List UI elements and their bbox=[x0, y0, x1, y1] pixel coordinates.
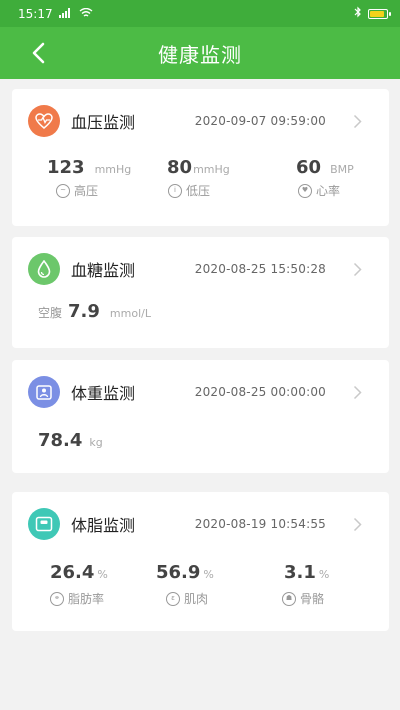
fat-icon: ⚭ bbox=[50, 591, 64, 606]
metric-bone: 3.1% bbox=[284, 562, 329, 583]
metric-prefix: 空腹 bbox=[38, 306, 63, 320]
metric-unit: % bbox=[203, 568, 214, 581]
chevron-right-icon[interactable] bbox=[349, 113, 365, 129]
metric-label-low-pressure: i 低压 bbox=[168, 182, 210, 199]
status-time: 15:17 bbox=[18, 6, 53, 21]
metric-unit: % bbox=[318, 568, 330, 581]
status-right bbox=[354, 6, 391, 21]
card-header: 血压监测 2020-09-07 09:59:00 bbox=[28, 105, 389, 137]
metric-unit: BMP bbox=[330, 163, 354, 176]
card-header: 体脂监测 2020-08-19 10:54:55 bbox=[28, 508, 389, 540]
back-button[interactable] bbox=[26, 41, 50, 65]
metric-unit: kg bbox=[89, 436, 103, 449]
nav-bar: 健康监测 bbox=[0, 27, 400, 79]
chevron-right-icon[interactable] bbox=[349, 516, 365, 532]
page-title: 健康监测 bbox=[158, 42, 242, 67]
card-header: 体重监测 2020-08-25 00:00:00 bbox=[28, 376, 389, 408]
blood-sugar-card[interactable]: 血糖监测 2020-08-25 15:50:28 空腹 7.9 mmol/L bbox=[12, 237, 389, 348]
card-time: 2020-08-25 15:50:28 bbox=[194, 262, 326, 276]
metric-high-pressure: 123 mmHg bbox=[47, 157, 131, 178]
metric-value: 26.4 bbox=[50, 562, 95, 583]
metric-fasting-glucose: 空腹 7.9 mmol/L bbox=[38, 301, 151, 322]
label-text: 肌肉 bbox=[184, 592, 209, 606]
blood-pressure-card[interactable]: 血压监测 2020-09-07 09:59:00 123 mmHg ~ 高压 80… bbox=[12, 89, 389, 226]
metric-unit: mmHg bbox=[193, 163, 230, 176]
battery-level bbox=[370, 10, 384, 17]
metric-low-pressure: 80mmHg bbox=[167, 157, 230, 178]
label-text: 低压 bbox=[186, 184, 211, 198]
weight-card[interactable]: 体重监测 2020-08-25 00:00:00 78.4 kg bbox=[12, 360, 389, 473]
metric-value: 60 bbox=[296, 157, 322, 178]
wifi-icon bbox=[79, 7, 93, 21]
metric-weight: 78.4 kg bbox=[38, 430, 103, 451]
card-title: 血糖监测 bbox=[71, 261, 136, 280]
metric-value: 56.9 bbox=[156, 562, 201, 583]
card-title: 体重监测 bbox=[71, 384, 136, 403]
thermometer-icon: i bbox=[168, 183, 182, 198]
chevron-right-icon[interactable] bbox=[349, 384, 365, 400]
status-left: 15:17 bbox=[18, 7, 93, 21]
metric-value: 123 bbox=[47, 157, 85, 178]
body-fat-card[interactable]: 体脂监测 2020-08-19 10:54:55 26.4% ⚭ 脂肪率 56.… bbox=[12, 492, 389, 631]
metric-value: 7.9 bbox=[68, 301, 100, 322]
heart-circle-icon: ♥ bbox=[298, 183, 312, 198]
metric-label-muscle: ε 肌肉 bbox=[166, 590, 208, 607]
label-text: 高压 bbox=[74, 184, 99, 198]
drop-icon bbox=[28, 253, 60, 285]
card-title: 血压监测 bbox=[71, 113, 136, 132]
label-text: 心率 bbox=[316, 184, 341, 198]
card-time: 2020-08-19 10:54:55 bbox=[194, 517, 326, 531]
signal-icon bbox=[58, 7, 73, 21]
battery-icon bbox=[368, 8, 391, 19]
muscle-icon: ε bbox=[166, 591, 180, 606]
card-title: 体脂监测 bbox=[71, 516, 136, 535]
metric-label-high-pressure: ~ 高压 bbox=[56, 182, 98, 199]
chevron-right-icon[interactable] bbox=[349, 261, 365, 277]
bluetooth-icon bbox=[354, 6, 362, 21]
card-time: 2020-09-07 09:59:00 bbox=[194, 114, 326, 128]
metric-heart-rate: 60 BMP bbox=[296, 157, 354, 178]
bone-icon: ☗ bbox=[282, 591, 296, 606]
label-text: 骨骼 bbox=[300, 592, 325, 606]
metric-value: 3.1 bbox=[284, 562, 316, 583]
pulse-icon: ~ bbox=[56, 183, 70, 198]
status-bar: 15:17 bbox=[0, 0, 400, 27]
metric-unit: mmol/L bbox=[109, 307, 151, 320]
chevron-left-icon bbox=[32, 42, 45, 64]
metric-label-fat-rate: ⚭ 脂肪率 bbox=[50, 590, 104, 607]
card-time: 2020-08-25 00:00:00 bbox=[194, 385, 326, 399]
metric-label-heart-rate: ♥ 心率 bbox=[298, 182, 340, 199]
metric-label-bone: ☗ 骨骼 bbox=[282, 590, 324, 607]
metric-fat-rate: 26.4% bbox=[50, 562, 108, 583]
metric-value: 78.4 bbox=[38, 430, 83, 451]
card-header: 血糖监测 2020-08-25 15:50:28 bbox=[28, 253, 389, 285]
scale-icon bbox=[28, 508, 60, 540]
metric-muscle: 56.9% bbox=[156, 562, 214, 583]
scale-person-icon bbox=[28, 376, 60, 408]
heartbeat-icon bbox=[28, 105, 60, 137]
metric-unit: % bbox=[97, 568, 108, 581]
metric-unit: mmHg bbox=[94, 163, 132, 176]
label-text: 脂肪率 bbox=[68, 592, 105, 606]
metric-value: 80 bbox=[167, 157, 193, 178]
